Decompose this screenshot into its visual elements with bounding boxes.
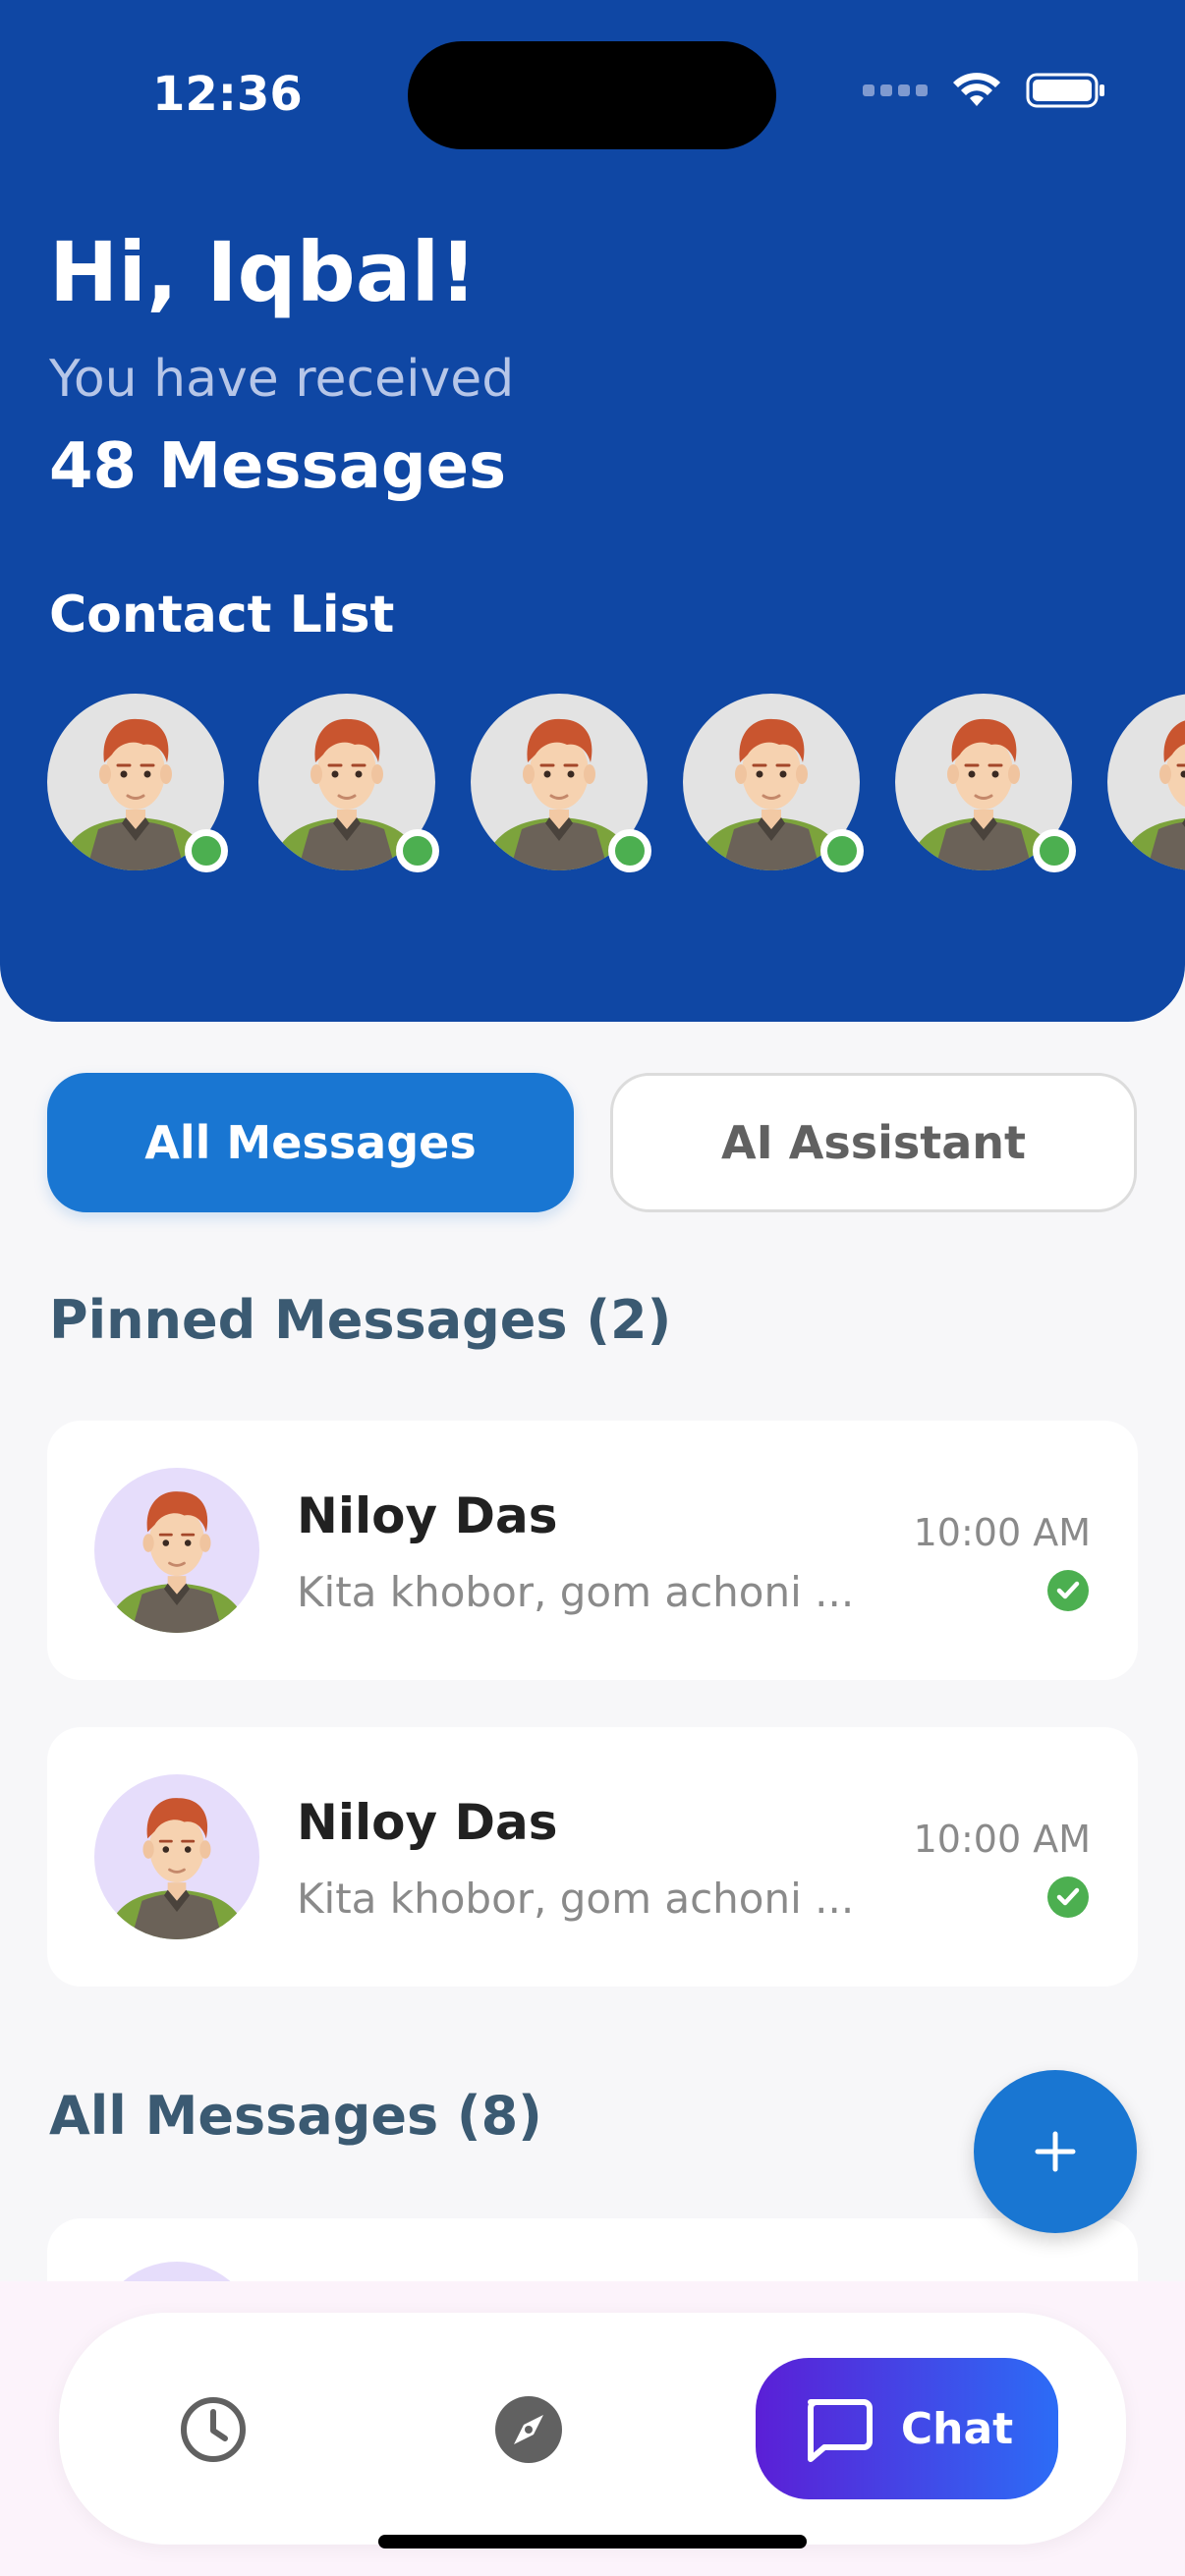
contact-avatar[interactable]	[258, 694, 439, 872]
contact-avatar[interactable]	[683, 694, 864, 872]
message-sender: Niloy Das	[297, 1487, 558, 1544]
wifi-icon	[953, 73, 1000, 106]
online-indicator	[820, 829, 864, 872]
header: 12:36 Hi, Iqbal! You have received 48 Me…	[0, 0, 1185, 1022]
message-card[interactable]: Niloy Das Kita khobor, gom achoni ... 10…	[47, 1421, 1138, 1680]
signal-icon	[863, 84, 928, 96]
person-avatar-icon	[105, 1491, 249, 1633]
message-preview: Kita khobor, gom achoni ...	[297, 1875, 855, 1923]
online-indicator	[1033, 829, 1076, 872]
add-button[interactable]	[974, 2070, 1137, 2233]
contact-avatar[interactable]	[471, 694, 651, 872]
history-icon[interactable]	[177, 2393, 250, 2466]
message-card[interactable]: Niloy Das Kita khobor, gom achoni ... 10…	[47, 1727, 1138, 1987]
explore-icon[interactable]	[492, 2393, 565, 2466]
nav-chat-label: Chat	[900, 2403, 1014, 2454]
online-indicator	[396, 829, 439, 872]
contact-list-title: Contact List	[49, 586, 395, 644]
home-indicator	[378, 2535, 807, 2548]
battery-icon	[1026, 73, 1104, 108]
plus-icon	[1035, 2131, 1076, 2172]
online-indicator	[608, 829, 651, 872]
read-check-icon	[1047, 1876, 1089, 1918]
read-check-icon	[1047, 1570, 1089, 1611]
message-sender: Niloy Das	[297, 1794, 558, 1851]
tab-ai-assistant[interactable]: AI Assistant	[610, 1073, 1137, 1212]
message-time: 10:00 AM	[913, 1818, 1091, 1861]
bottom-navigation: Chat	[59, 2313, 1126, 2545]
person-avatar-icon	[105, 1798, 249, 1939]
avatar	[94, 1468, 259, 1633]
status-icons	[863, 71, 1106, 110]
contact-list	[47, 694, 1185, 880]
received-label: You have received	[49, 350, 515, 409]
contact-avatar[interactable]	[47, 694, 228, 872]
message-time: 10:00 AM	[913, 1511, 1091, 1554]
avatar	[94, 1774, 259, 1939]
nav-chat-button[interactable]: Chat	[756, 2358, 1058, 2499]
message-preview: Kita khobor, gom achoni ...	[297, 1568, 855, 1616]
person-avatar-icon	[1119, 720, 1185, 870]
pinned-messages-title: Pinned Messages (2)	[49, 1289, 672, 1351]
contact-avatar[interactable]	[1107, 694, 1185, 870]
tab-all-messages[interactable]: All Messages	[47, 1073, 574, 1212]
contact-avatar[interactable]	[895, 694, 1076, 872]
dynamic-island	[408, 41, 776, 149]
all-messages-title: All Messages (8)	[49, 2085, 542, 2147]
status-time: 12:36	[152, 67, 303, 122]
avatar	[1107, 694, 1185, 870]
chat-icon	[807, 2399, 873, 2462]
greeting-title: Hi, Iqbal!	[49, 224, 478, 320]
message-count: 48 Messages	[49, 430, 507, 503]
online-indicator	[185, 829, 228, 872]
